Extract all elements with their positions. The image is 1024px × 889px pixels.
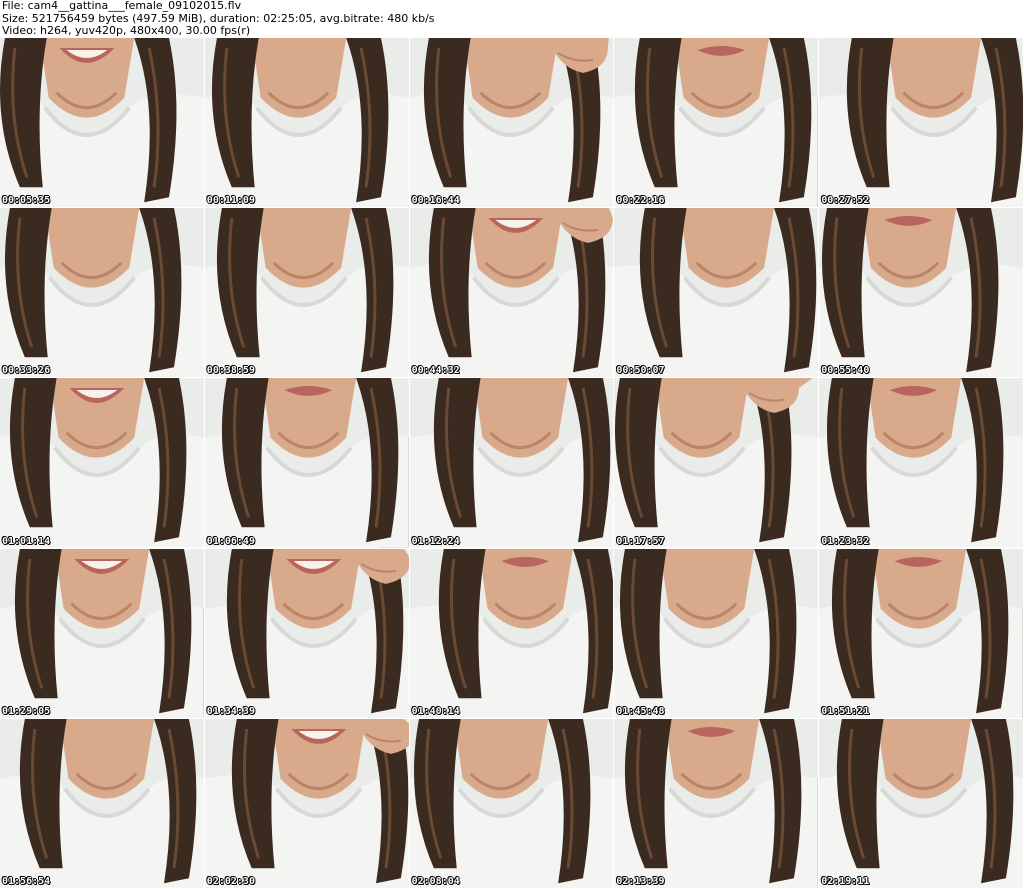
video-thumbnail: 02:02:30 bbox=[204, 718, 410, 889]
thumbnail-image bbox=[409, 718, 614, 888]
thumbnail-timestamp: 00:11:09 bbox=[206, 195, 255, 207]
thumbnail-image bbox=[819, 378, 1023, 548]
thumbnail-timestamp: 00:38:59 bbox=[206, 365, 255, 377]
thumbnail-image bbox=[614, 548, 819, 718]
thumbnail-timestamp: 01:45:48 bbox=[616, 705, 665, 717]
thumbnail-image bbox=[0, 208, 204, 378]
thumbnail-image bbox=[0, 718, 204, 888]
thumbnail-timestamp: 01:51:21 bbox=[821, 705, 870, 717]
video-thumbnail: 01:23:32 bbox=[819, 378, 1024, 549]
file-name-line: File: cam4__gattina___female_09102015.fl… bbox=[2, 0, 242, 12]
video-thumbnail: 00:55:40 bbox=[819, 208, 1024, 379]
video-thumbnail: 01:01:14 bbox=[0, 378, 205, 549]
thumbnail-timestamp: 02:08:04 bbox=[411, 875, 460, 887]
thumbnail-timestamp: 01:34:39 bbox=[206, 705, 255, 717]
thumbnail-timestamp: 00:55:40 bbox=[821, 365, 870, 377]
thumbnail-image bbox=[409, 548, 614, 718]
video-info-line: Video: h264, yuv420p, 480x400, 30.00 fps… bbox=[2, 24, 251, 37]
thumbnail-image bbox=[819, 38, 1023, 208]
video-thumbnail: 00:44:32 bbox=[409, 208, 615, 379]
thumbnail-timestamp: 00:27:52 bbox=[821, 195, 870, 207]
video-thumbnail: 00:50:07 bbox=[614, 208, 820, 379]
thumbnail-timestamp: 00:05:35 bbox=[2, 195, 51, 207]
thumbnail-timestamp: 01:29:05 bbox=[2, 705, 51, 717]
thumbnail-timestamp: 01:01:14 bbox=[2, 535, 51, 547]
thumbnail-timestamp: 01:12:24 bbox=[411, 535, 460, 547]
thumbnail-timestamp: 01:06:49 bbox=[206, 535, 255, 547]
thumbnail-timestamp: 00:44:32 bbox=[411, 365, 460, 377]
thumbnail-image bbox=[204, 718, 409, 888]
thumbnail-image bbox=[409, 38, 614, 208]
video-thumbnail: 01:51:21 bbox=[819, 548, 1024, 719]
video-thumbnail: 00:33:26 bbox=[0, 208, 205, 379]
video-thumbnail: 02:13:39 bbox=[614, 718, 820, 889]
thumbnail-timestamp: 02:19:11 bbox=[821, 875, 870, 887]
thumbnail-timestamp: 00:16:44 bbox=[411, 195, 460, 207]
thumbnail-grid: 00:05:35 00:11:09 00:16:44 00:22:16 00:27:52… bbox=[0, 38, 1024, 889]
thumbnail-timestamp: 00:50:07 bbox=[616, 365, 665, 377]
thumbnail-timestamp: 00:33:26 bbox=[2, 365, 51, 377]
video-thumbnail: 00:05:35 bbox=[0, 38, 205, 209]
thumbnail-image bbox=[409, 208, 614, 378]
thumbnail-image bbox=[204, 208, 409, 378]
thumbnail-image bbox=[614, 718, 819, 888]
thumbnail-image bbox=[819, 208, 1023, 378]
thumbnail-timestamp: 00:22:16 bbox=[616, 195, 665, 207]
thumbnail-image bbox=[614, 378, 819, 548]
contact-sheet-header: File: cam4__gattina___female_09102015.fl… bbox=[2, 0, 1022, 38]
thumbnail-image bbox=[819, 548, 1023, 718]
thumbnail-image bbox=[409, 378, 614, 548]
video-thumbnail: 01:40:14 bbox=[409, 548, 615, 719]
video-thumbnail: 00:22:16 bbox=[614, 38, 820, 209]
thumbnail-image bbox=[614, 208, 819, 378]
thumbnail-image bbox=[204, 548, 409, 718]
thumbnail-timestamp: 02:02:30 bbox=[206, 875, 255, 887]
video-thumbnail: 01:06:49 bbox=[204, 378, 410, 549]
thumbnail-image bbox=[0, 38, 204, 208]
video-thumbnail: 01:12:24 bbox=[409, 378, 615, 549]
video-thumbnail: 01:17:57 bbox=[614, 378, 820, 549]
video-thumbnail: 00:27:52 bbox=[819, 38, 1024, 209]
video-thumbnail: 00:16:44 bbox=[409, 38, 615, 209]
thumbnail-timestamp: 01:56:54 bbox=[2, 875, 51, 887]
thumbnail-image bbox=[614, 38, 819, 208]
video-thumbnail: 02:19:11 bbox=[819, 718, 1024, 889]
thumbnail-image bbox=[0, 548, 204, 718]
video-thumbnail: 02:08:04 bbox=[409, 718, 615, 889]
thumbnail-image bbox=[819, 718, 1023, 888]
video-thumbnail: 01:29:05 bbox=[0, 548, 205, 719]
video-thumbnail: 01:45:48 bbox=[614, 548, 820, 719]
thumbnail-image bbox=[204, 38, 409, 208]
thumbnail-timestamp: 01:17:57 bbox=[616, 535, 665, 547]
thumbnail-timestamp: 01:23:32 bbox=[821, 535, 870, 547]
video-thumbnail: 00:38:59 bbox=[204, 208, 410, 379]
thumbnail-image bbox=[204, 378, 409, 548]
video-thumbnail: 01:56:54 bbox=[0, 718, 205, 889]
thumbnail-timestamp: 01:40:14 bbox=[411, 705, 460, 717]
video-thumbnail: 00:11:09 bbox=[204, 38, 410, 209]
thumbnail-timestamp: 02:13:39 bbox=[616, 875, 665, 887]
video-thumbnail: 01:34:39 bbox=[204, 548, 410, 719]
thumbnail-image bbox=[0, 378, 204, 548]
